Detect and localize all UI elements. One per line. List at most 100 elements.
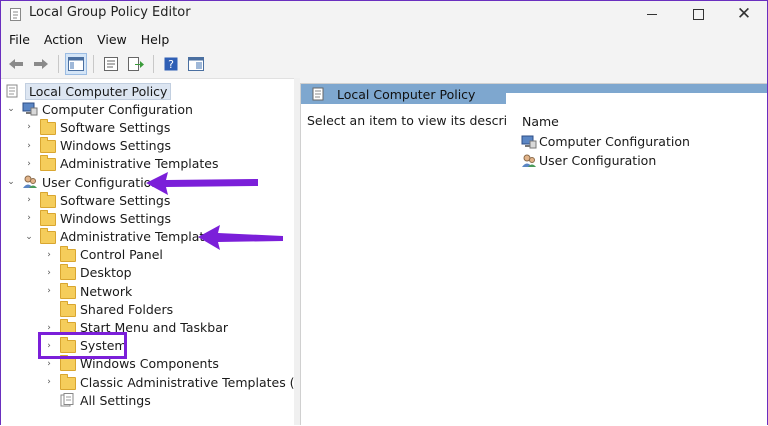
tree-label: Windows Settings (60, 138, 172, 154)
tree-item-administrative-templates-user[interactable]: ⌄ Administrative Templates (1, 228, 294, 246)
menu-view[interactable]: View (90, 32, 134, 47)
menu-bar: File Action View Help (1, 27, 767, 51)
user-icon (522, 154, 536, 167)
tree-label: User Configuration (42, 174, 160, 190)
properties-button[interactable] (100, 53, 122, 75)
tree-label: Software Settings (60, 192, 171, 208)
chevron-right-icon[interactable]: › (23, 159, 35, 169)
tree-label: Shared Folders (80, 301, 174, 317)
details-pane: Local Computer Policy Select an item to … (300, 83, 767, 425)
folder-icon (40, 118, 56, 135)
tree-label: Administrative Templates (60, 229, 219, 245)
extended-view-button[interactable] (185, 53, 207, 75)
help-icon: ? (164, 57, 178, 71)
tree-label: All Settings (80, 392, 151, 408)
tree-item-administrative-templates[interactable]: › Administrative Templates (1, 155, 294, 173)
policy-document-icon (312, 87, 324, 101)
chevron-right-icon[interactable]: › (43, 359, 55, 369)
folder-icon (40, 137, 56, 154)
show-hide-tree-icon (68, 57, 84, 71)
tree-label: Control Panel (80, 247, 163, 263)
chevron-right-icon[interactable]: › (43, 377, 55, 387)
policy-document-icon (5, 84, 21, 98)
tree-item-software-settings[interactable]: › Software Settings (1, 118, 294, 136)
tree-item-windows-settings[interactable]: › Windows Settings (1, 137, 294, 155)
list-item-label: Computer Configuration (539, 134, 690, 149)
minimize-button[interactable] (629, 1, 675, 27)
export-list-button[interactable] (125, 53, 147, 75)
menu-file[interactable]: File (1, 32, 37, 47)
tree-item-computer-configuration[interactable]: ⌄ Computer Configuration (1, 100, 294, 118)
column-header-name[interactable]: Name (522, 114, 559, 129)
folder-icon (40, 191, 56, 208)
export-list-icon (128, 57, 144, 71)
list-item-user-configuration[interactable]: User Configuration (521, 153, 656, 168)
folder-icon (60, 355, 76, 372)
chevron-right-icon[interactable]: › (23, 213, 35, 223)
items-list: Name Computer Configuration User Configu… (506, 93, 767, 425)
tree-item-network[interactable]: › Network (1, 282, 294, 300)
chevron-down-icon[interactable]: ⌄ (5, 104, 17, 114)
tree-item-desktop[interactable]: › Desktop (1, 264, 294, 282)
tree-item-control-panel[interactable]: › Control Panel (1, 246, 294, 264)
maximize-icon (692, 8, 704, 20)
list-item-computer-configuration[interactable]: Computer Configuration (521, 134, 690, 149)
properties-icon (104, 57, 118, 71)
close-button[interactable]: ✕ (721, 1, 767, 27)
tree-label: Windows Settings (60, 210, 172, 226)
toolbar-separator (153, 55, 154, 73)
tree-item-shared-folders[interactable]: Shared Folders (1, 300, 294, 318)
folder-icon (40, 209, 56, 226)
folder-icon (60, 246, 76, 263)
tree-label: Local Computer Policy (25, 82, 172, 100)
help-button[interactable]: ? (160, 53, 182, 75)
chevron-right-icon[interactable]: › (43, 286, 55, 296)
tree-item-windows-settings[interactable]: › Windows Settings (1, 209, 294, 227)
toolbar-separator (58, 55, 59, 73)
chevron-right-icon[interactable]: › (23, 141, 35, 151)
app-window: Local Group Policy Editor ✕ File Action … (0, 0, 768, 425)
maximize-button[interactable] (675, 1, 721, 27)
tree-label: Computer Configuration (42, 101, 193, 117)
window-title: Local Group Policy Editor (29, 5, 191, 20)
user-icon (22, 175, 38, 189)
tree-label: Classic Administrative Templates (ADM) (80, 374, 329, 390)
tree-item-all-settings[interactable]: All Settings (1, 391, 294, 409)
toolbar-separator (93, 55, 94, 73)
tree-item-local-computer-policy[interactable]: Local Computer Policy (1, 82, 294, 100)
tree-item-classic-admin-templates[interactable]: › Classic Administrative Templates (ADM) (1, 373, 328, 391)
tree-item-software-settings[interactable]: › Software Settings (1, 191, 294, 209)
folder-icon (60, 373, 76, 390)
folder-icon (60, 282, 76, 299)
back-button[interactable] (5, 53, 27, 75)
forward-button[interactable] (30, 53, 52, 75)
minimize-icon (647, 13, 657, 15)
chevron-down-icon[interactable]: ⌄ (5, 177, 17, 187)
svg-text:?: ? (168, 58, 174, 71)
chevron-right-icon[interactable]: › (23, 195, 35, 205)
close-icon: ✕ (736, 3, 752, 24)
policy-editor-icon (10, 8, 21, 21)
menu-help[interactable]: Help (134, 32, 177, 47)
extended-view-icon (188, 57, 204, 71)
all-settings-icon (60, 393, 76, 407)
chevron-down-icon[interactable]: ⌄ (23, 232, 35, 242)
computer-icon (521, 135, 537, 148)
back-icon (9, 59, 23, 69)
chevron-right-icon[interactable]: › (23, 122, 35, 132)
chevron-right-icon[interactable]: › (43, 250, 55, 260)
menu-action[interactable]: Action (37, 32, 90, 47)
tree-item-user-configuration[interactable]: ⌄ User Configuration (1, 173, 294, 191)
highlight-box-system (38, 332, 127, 359)
list-item-label: User Configuration (539, 153, 657, 168)
toolbar: ? (1, 51, 767, 77)
tree-label: Software Settings (60, 119, 171, 135)
forward-icon (34, 59, 48, 69)
show-hide-tree-button[interactable] (65, 53, 87, 75)
tree-label: Administrative Templates (60, 156, 219, 172)
details-header-title: Local Computer Policy (337, 86, 476, 102)
folder-icon (60, 264, 76, 281)
chevron-right-icon[interactable]: › (43, 268, 55, 278)
computer-icon (22, 102, 38, 116)
policy-tree: Local Computer Policy ⌄ Computer Configu… (1, 82, 328, 409)
